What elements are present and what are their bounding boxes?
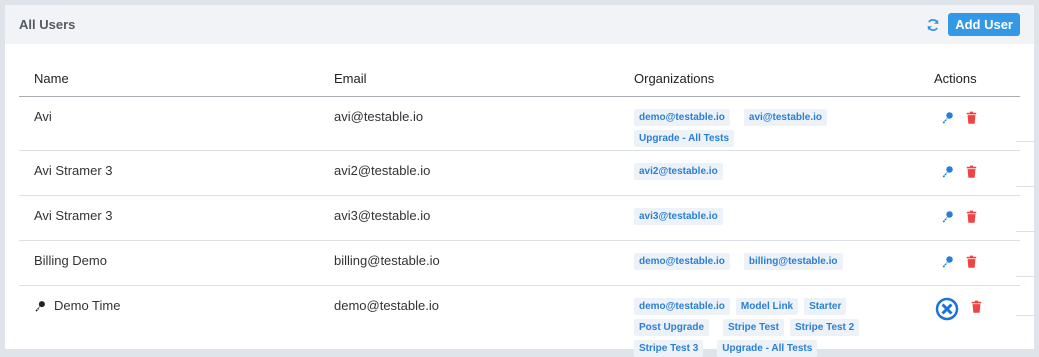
panel-title: All Users xyxy=(19,17,76,32)
row-actions xyxy=(919,97,1020,150)
header-organizations: Organizations xyxy=(634,71,715,86)
trash-icon[interactable] xyxy=(966,255,979,268)
trash-icon[interactable] xyxy=(966,111,979,124)
org-badge[interactable]: Model Link xyxy=(735,298,799,315)
org-list: avi3@testable.io xyxy=(619,196,919,240)
org-list: avi2@testable.io xyxy=(619,151,919,195)
org-badge[interactable]: avi2@testable.io xyxy=(634,163,723,180)
users-table: Name Email Organizations Actions Avi avi… xyxy=(19,62,1036,357)
header-email: Email xyxy=(334,71,367,86)
org-badge[interactable]: Stripe Test 2 xyxy=(789,319,860,336)
header-actions: Actions xyxy=(934,71,977,86)
panel-header: All Users Add User xyxy=(5,5,1034,44)
org-badge[interactable]: Post Upgrade xyxy=(634,319,710,336)
org-badge[interactable]: Stripe Test xyxy=(723,319,784,336)
row-divider xyxy=(1016,315,1036,316)
org-list: demo@testable.io billing@testable.io xyxy=(619,241,919,285)
table-row: Avi Stramer 3 avi3@testable.io avi3@test… xyxy=(19,196,1036,241)
org-badge[interactable]: demo@testable.io xyxy=(634,298,730,315)
key-icon[interactable] xyxy=(941,111,954,124)
user-email: billing@testable.io xyxy=(334,253,440,268)
row-actions xyxy=(919,196,1020,240)
user-name: Billing Demo xyxy=(34,253,107,268)
user-name-cell: Demo Time xyxy=(19,286,319,356)
table-row: Billing Demo billing@testable.io demo@te… xyxy=(19,241,1036,286)
header-actions: Add User xyxy=(926,13,1020,36)
table-header: Name Email Organizations Actions xyxy=(19,62,1020,97)
row-divider xyxy=(1016,186,1036,187)
key-icon[interactable] xyxy=(941,255,954,268)
row-actions xyxy=(919,241,1020,285)
header-name: Name xyxy=(34,71,69,86)
user-email: avi@testable.io xyxy=(334,109,424,124)
key-icon[interactable] xyxy=(941,210,954,223)
cancel-circle-icon[interactable] xyxy=(935,297,959,321)
user-email: avi2@testable.io xyxy=(334,163,431,178)
trash-icon[interactable] xyxy=(966,165,979,178)
user-name: Avi Stramer 3 xyxy=(34,208,113,223)
user-email: avi3@testable.io xyxy=(334,208,431,223)
row-actions xyxy=(919,151,1020,195)
org-badge[interactable]: avi@testable.io xyxy=(743,109,828,126)
key-icon[interactable] xyxy=(941,165,954,178)
row-actions xyxy=(919,286,1020,356)
user-name: Demo Time xyxy=(54,298,121,313)
table-row: Avi avi@testable.io demo@testable.io avi… xyxy=(19,97,1036,151)
row-divider xyxy=(1016,141,1036,142)
trash-icon[interactable] xyxy=(966,210,979,223)
table-row: Avi Stramer 3 avi2@testable.io avi2@test… xyxy=(19,151,1036,196)
org-badge[interactable]: billing@testable.io xyxy=(743,253,843,270)
row-divider xyxy=(1016,231,1036,232)
org-badge[interactable]: avi3@testable.io xyxy=(634,208,723,225)
add-user-button[interactable]: Add User xyxy=(948,13,1020,36)
org-badge[interactable]: Starter xyxy=(804,298,847,315)
refresh-icon[interactable] xyxy=(926,18,940,32)
table-row: Demo Time demo@testable.io demo@testable… xyxy=(19,286,1036,357)
row-divider xyxy=(1016,276,1036,277)
key-icon xyxy=(34,300,46,312)
user-email: demo@testable.io xyxy=(334,298,439,313)
user-name: Avi xyxy=(34,109,52,124)
trash-icon[interactable] xyxy=(971,300,984,313)
org-list: demo@testable.io Model Link Starter Post… xyxy=(619,286,919,357)
users-panel: All Users Add User Name Email Organizati… xyxy=(5,5,1036,357)
org-badge[interactable]: Upgrade - All Tests xyxy=(634,130,735,147)
org-list: demo@testable.io avi@testable.io Upgrade… xyxy=(619,97,919,150)
user-name: Avi Stramer 3 xyxy=(34,163,113,178)
org-badge[interactable]: demo@testable.io xyxy=(634,253,730,270)
org-badge[interactable]: demo@testable.io xyxy=(634,109,730,126)
